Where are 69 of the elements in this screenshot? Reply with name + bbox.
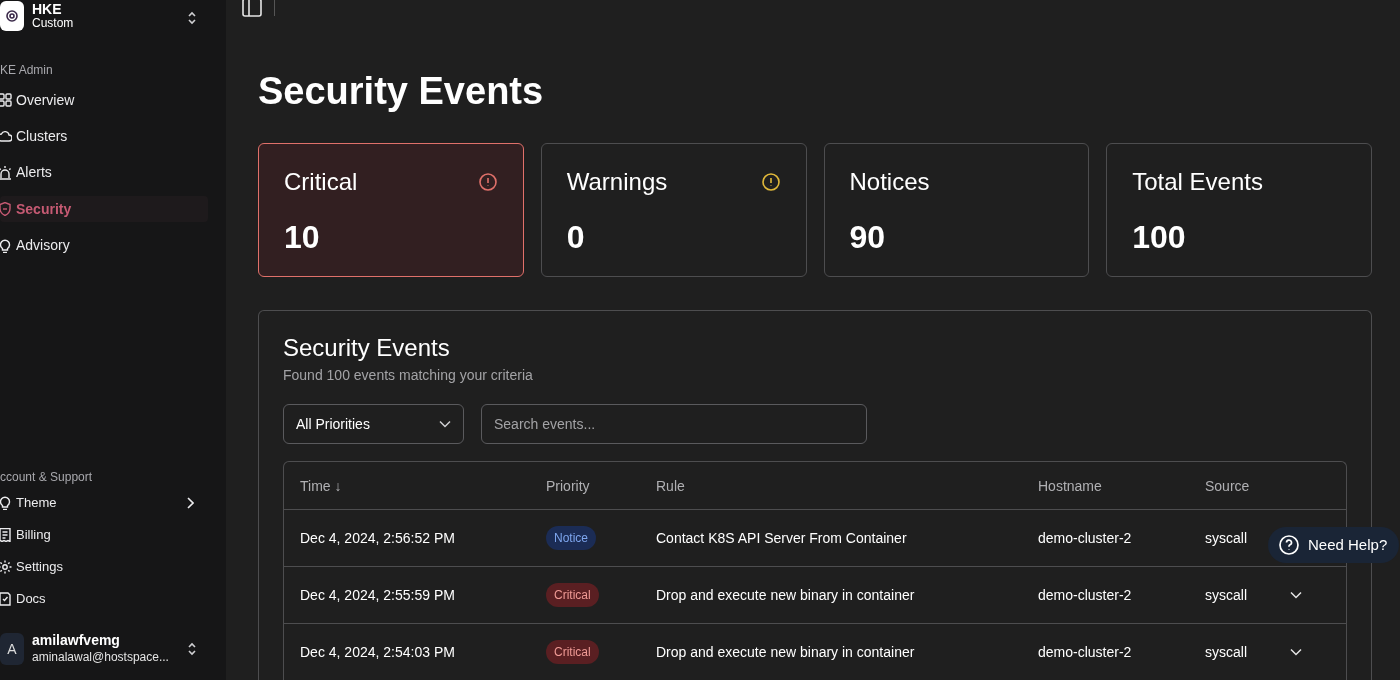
stat-label: Total Events xyxy=(1132,168,1263,196)
stat-label: Critical xyxy=(284,168,358,196)
siren-icon xyxy=(0,165,12,180)
stat-value: 10 xyxy=(284,220,321,254)
table-cell: syscall xyxy=(1205,529,1247,546)
stat-label: Notices xyxy=(849,168,930,196)
table-cell: demo-cluster-2 xyxy=(1038,529,1132,546)
lightbulb-icon xyxy=(0,496,12,510)
sidebar-item[interactable]: Overview xyxy=(0,87,208,113)
table-cell: demo-cluster-2 xyxy=(1038,643,1132,660)
table-cell: demo-cluster-2 xyxy=(1038,586,1132,603)
search-field[interactable]: Search events... xyxy=(481,404,867,444)
app-name: HKE xyxy=(32,1,63,16)
expand-collapse-icon[interactable] xyxy=(186,641,198,657)
settings-icon xyxy=(0,560,12,574)
expand-collapse-icon[interactable] xyxy=(186,10,198,26)
cloud-icon xyxy=(0,129,12,144)
user-email: aminalawal@hostspace... xyxy=(32,649,169,666)
column-header: Rule xyxy=(656,477,685,494)
stat-value: 100 xyxy=(1132,220,1187,254)
receipt-icon xyxy=(0,528,12,542)
sidebar-item[interactable]: Theme xyxy=(0,490,208,516)
table-cell: Dec 4, 2024, 2:55:59 PM xyxy=(300,586,455,603)
help-icon xyxy=(1278,534,1300,556)
column-header: Source xyxy=(1205,477,1250,494)
table-cell: Dec 4, 2024, 2:56:52 PM xyxy=(300,529,455,546)
shield-icon xyxy=(0,202,12,217)
grid-icon xyxy=(0,93,12,107)
table-cell: Drop and execute new binary in container xyxy=(656,643,915,660)
alert-icon xyxy=(760,172,781,192)
sidebar-item[interactable]: Clusters xyxy=(0,123,208,150)
table-cell: Drop and execute new binary in container xyxy=(656,586,915,603)
table-cell: Dec 4, 2024, 2:54:03 PM xyxy=(300,643,455,660)
stat-label: Warnings xyxy=(566,168,668,196)
table-cell: syscall xyxy=(1205,586,1247,603)
column-header: Hostname xyxy=(1038,477,1102,494)
sidebar-item[interactable]: Docs xyxy=(0,586,208,612)
sidebar-item[interactable]: Alerts xyxy=(0,159,208,186)
section-heading: KE Admin xyxy=(0,62,54,79)
user-name: amilawfvemg xyxy=(32,632,121,649)
page-title: Security Events xyxy=(258,69,545,114)
chevron-down-icon xyxy=(439,420,451,428)
sidebar-item[interactable]: Billing xyxy=(0,522,208,548)
lightbulb-icon xyxy=(0,238,12,253)
need-help-button[interactable]: Need Help? xyxy=(1268,527,1400,563)
column-header: Priority xyxy=(546,477,590,494)
priority-badge: Critical xyxy=(546,583,599,607)
stat-value: 90 xyxy=(849,220,887,254)
sidebar-item[interactable]: Advisory xyxy=(0,232,208,259)
column-header[interactable]: Time ↓ xyxy=(300,477,342,494)
table-cell: syscall xyxy=(1205,643,1247,660)
panel-subtitle: Found 100 events matching your criteria xyxy=(283,366,534,385)
user-avatar: A xyxy=(0,633,24,665)
document-icon xyxy=(0,592,12,606)
priority-badge: Notice xyxy=(546,526,596,550)
section-heading: ccount & Support xyxy=(0,469,94,486)
app-subtitle: Custom xyxy=(32,15,74,31)
priority-badge: Critical xyxy=(546,640,599,664)
priority-dropdown[interactable]: All Priorities xyxy=(283,404,464,444)
sidebar-item[interactable]: Security xyxy=(0,196,208,223)
sidebar-item[interactable]: Settings xyxy=(0,554,208,580)
table-cell: Contact K8S API Server From Container xyxy=(656,529,907,546)
panel-title: Security Events xyxy=(283,333,451,363)
sidebar-toggle-icon[interactable] xyxy=(242,0,262,18)
stat-value: 0 xyxy=(566,220,586,254)
chevron-down-icon[interactable] xyxy=(1290,648,1302,656)
chevron-down-icon[interactable] xyxy=(1290,591,1302,599)
alert-icon xyxy=(477,172,498,192)
app-logo xyxy=(0,1,24,31)
